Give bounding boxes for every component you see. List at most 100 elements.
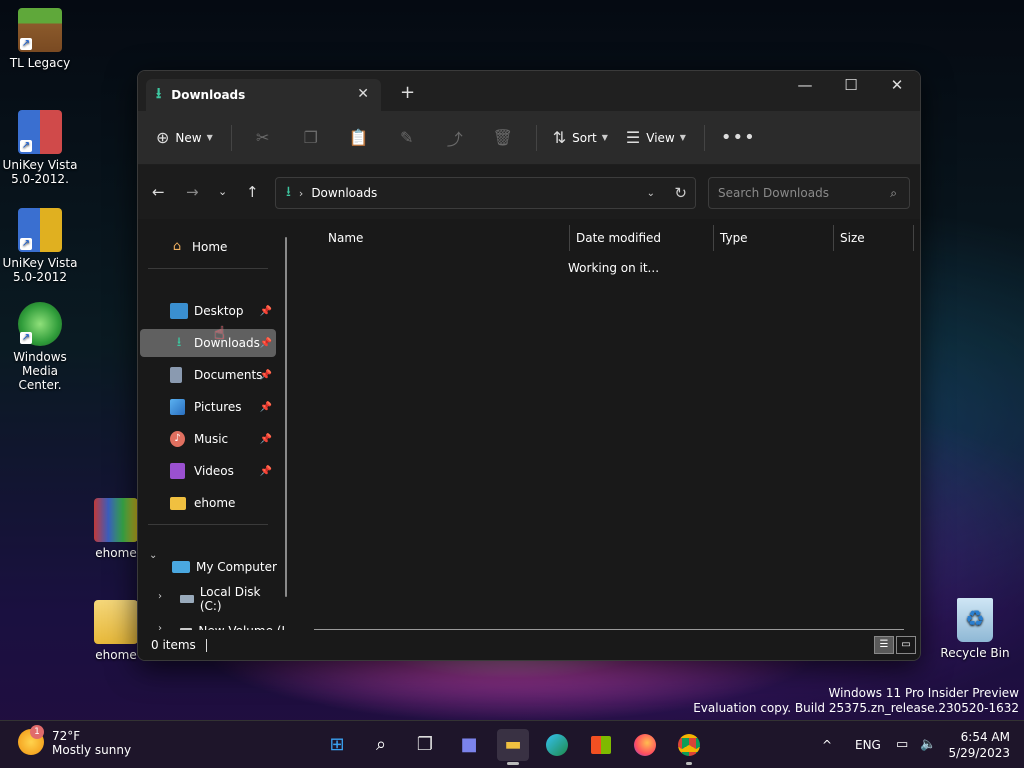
pin-icon[interactable]: 📌: [260, 306, 272, 317]
pin-icon[interactable]: 📌: [260, 402, 272, 413]
sidebar-item-pictures[interactable]: Pictures 📌: [140, 393, 276, 421]
forward-button[interactable]: →: [186, 183, 199, 201]
paste-button[interactable]: 📋: [344, 128, 374, 147]
column-header-date-modified[interactable]: Date modified: [570, 225, 714, 251]
pin-icon[interactable]: 📌: [260, 466, 272, 477]
network-icon[interactable]: ▭: [896, 721, 908, 768]
input-language[interactable]: ENG: [855, 721, 881, 768]
pictures-icon: [170, 399, 185, 415]
clock[interactable]: 6:54 AM 5/29/2023: [948, 729, 1010, 761]
folder-icon: [170, 496, 186, 510]
address-bar[interactable]: ⭳ › Downloads ⌄ ↻: [275, 177, 696, 209]
back-button[interactable]: ←: [152, 183, 165, 201]
pin-icon[interactable]: 📌: [260, 338, 272, 349]
status-separator: [205, 638, 207, 652]
breadcrumb-downloads[interactable]: Downloads: [311, 186, 377, 200]
desktop-recycle-bin[interactable]: ♻ Recycle Bin: [935, 598, 1015, 660]
sidebar-item-local-disk[interactable]: Local Disk (C:): [140, 585, 285, 613]
sidebar-item-label: Local Disk (C:): [199, 585, 261, 613]
watermark-line-1: Windows 11 Pro Insider Preview: [828, 686, 1019, 700]
store-icon: [591, 736, 611, 754]
sidebar-item-home[interactable]: ⌂ Home: [168, 233, 304, 261]
sidebar-item-label: Videos: [194, 464, 234, 478]
sort-button[interactable]: ⇅ Sort ▼: [553, 128, 608, 147]
column-header-name[interactable]: Name: [322, 225, 570, 251]
up-button[interactable]: ↑: [246, 183, 259, 201]
desktop-shortcut-unikey-1[interactable]: ↗ UniKey Vista 5.0-2012.: [0, 110, 80, 186]
pin-icon[interactable]: 📌: [260, 370, 272, 381]
maximize-button[interactable]: ☐: [828, 71, 874, 101]
download-icon: ⭳: [176, 335, 182, 350]
desktop-shortcut-tl-legacy[interactable]: ↗ TL Legacy: [0, 8, 80, 70]
loading-message: Working on it...: [568, 261, 660, 275]
close-window-button[interactable]: ✕: [874, 71, 920, 101]
chrome-icon: [678, 734, 700, 756]
details-view-button[interactable]: ☰: [874, 636, 894, 654]
sidebar-item-music[interactable]: ♪ Music 📌: [140, 425, 276, 453]
toolbar-separator: [535, 124, 537, 151]
item-count: 0 items: [151, 638, 196, 652]
sidebar-scrollbar[interactable]: [285, 237, 287, 597]
search-box[interactable]: ⌕: [708, 177, 910, 209]
clipboard-icon: 📋: [348, 128, 369, 147]
chevron-down-icon: ▼: [206, 133, 213, 142]
download-icon: ⭳: [156, 83, 162, 102]
view-label: View: [646, 130, 675, 145]
search-button[interactable]: ⌕: [365, 729, 397, 761]
more-options-button[interactable]: •••: [721, 127, 762, 148]
file-explorer-taskbar-button[interactable]: ▬: [497, 729, 529, 765]
notification-badge: 1: [30, 725, 44, 739]
chevron-down-icon[interactable]: ⌄: [647, 188, 655, 199]
minimize-button[interactable]: —: [782, 71, 828, 101]
rename-button[interactable]: ✎: [392, 128, 422, 147]
chevron-down-icon: ▼: [679, 133, 686, 142]
chat-icon: ■: [460, 734, 478, 755]
cut-button[interactable]: ✂: [248, 128, 278, 147]
document-icon: [170, 367, 182, 383]
edge-button[interactable]: [541, 729, 573, 761]
weather-condition: Mostly sunny: [52, 743, 132, 757]
chrome-button[interactable]: [673, 729, 705, 765]
task-view-button[interactable]: ❐: [409, 729, 441, 761]
refresh-icon[interactable]: ↻: [674, 184, 687, 202]
desktop-shortcut-unikey-2[interactable]: ↗ UniKey Vista 5.0-2012: [0, 208, 80, 284]
new-tab-button[interactable]: +: [400, 82, 415, 103]
delete-button[interactable]: 🗑: [488, 128, 518, 147]
search-input[interactable]: [718, 186, 878, 200]
recent-locations-button[interactable]: ⌄: [218, 185, 227, 198]
watermark-line-2: Evaluation copy. Build 25375.zn_release.…: [693, 701, 1019, 715]
tab-title: Downloads: [171, 88, 246, 102]
tab-downloads[interactable]: ⭳ Downloads ✕: [146, 79, 381, 111]
pin-icon[interactable]: 📌: [260, 434, 272, 445]
title-bar: ⭳ Downloads ✕ + — ☐ ✕: [138, 71, 920, 111]
sort-label: Sort: [572, 130, 597, 145]
chat-button[interactable]: ■: [453, 729, 485, 761]
shortcut-arrow-icon: ↗: [20, 140, 32, 152]
column-header-type[interactable]: Type: [714, 225, 834, 251]
window-controls: — ☐ ✕: [782, 71, 920, 101]
sidebar-item-desktop[interactable]: Desktop 📌: [140, 297, 276, 325]
weather-widget[interactable]: 1 72°F Mostly sunny: [18, 725, 132, 757]
sidebar-item-downloads[interactable]: ⭳ Downloads 📌: [140, 329, 276, 357]
view-button[interactable]: ☰ View ▼: [626, 128, 686, 147]
new-button[interactable]: ⊕ New ▼: [156, 128, 213, 147]
volume-icon[interactable]: 🔈: [920, 721, 936, 768]
share-button[interactable]: ⤴: [440, 126, 470, 150]
copy-button[interactable]: ❐: [296, 128, 326, 147]
show-hidden-icons-button[interactable]: ^: [822, 721, 832, 768]
firefox-button[interactable]: [629, 729, 661, 761]
sidebar-item-ehome[interactable]: ehome: [140, 489, 276, 517]
unikey-icon: ↗: [18, 208, 62, 252]
tiles-view-button[interactable]: ▭: [896, 636, 916, 654]
sidebar-item-documents[interactable]: Documents 📌: [140, 361, 276, 389]
store-button[interactable]: [585, 729, 617, 761]
start-button[interactable]: ⊞: [321, 729, 353, 761]
desktop-shortcut-media-center[interactable]: ↗ Windows Media Center.: [0, 302, 80, 392]
close-tab-icon[interactable]: ✕: [357, 86, 369, 102]
column-header-size[interactable]: Size: [834, 225, 914, 251]
search-icon: ⌕: [375, 734, 387, 755]
rename-icon: ✎: [400, 128, 414, 147]
sidebar-item-my-computer[interactable]: My Computer: [140, 553, 285, 581]
search-icon[interactable]: ⌕: [890, 186, 897, 201]
sidebar-item-videos[interactable]: Videos 📌: [140, 457, 276, 485]
